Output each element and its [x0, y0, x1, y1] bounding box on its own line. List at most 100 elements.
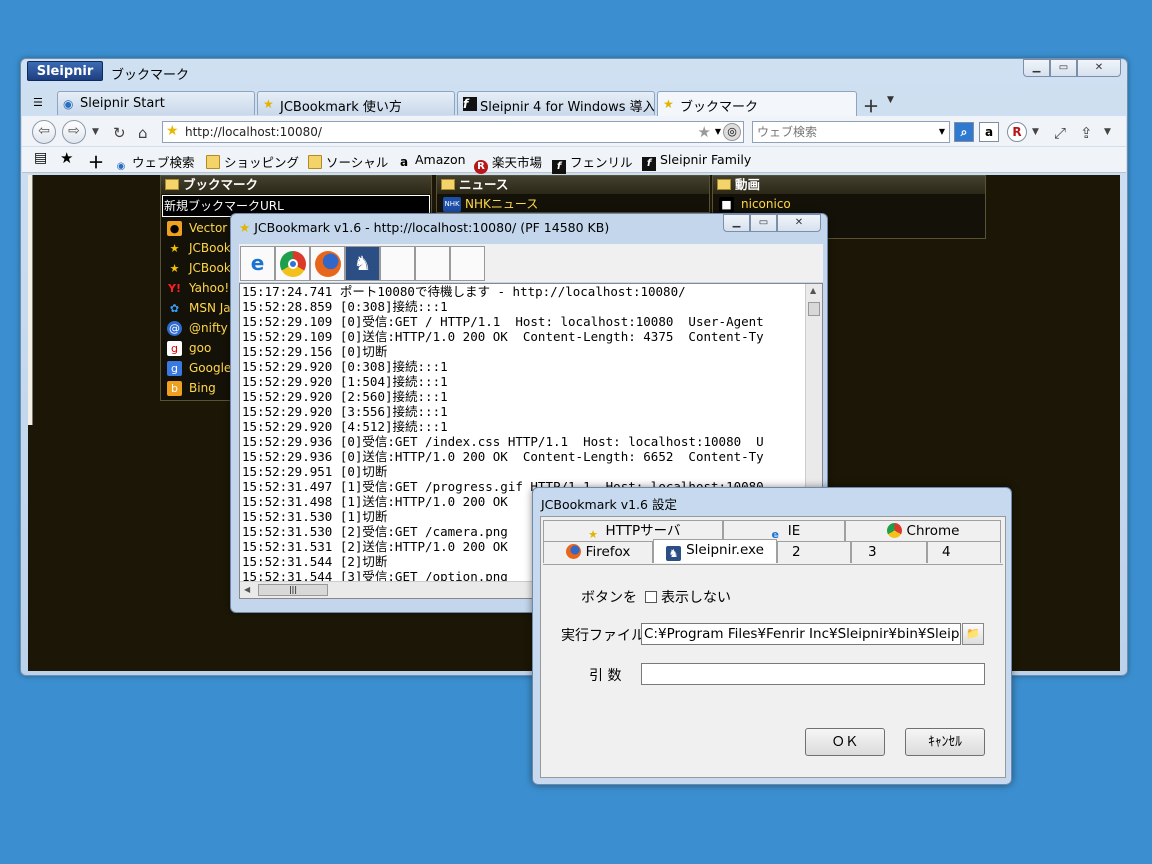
- close-button[interactable]: ✕: [1077, 59, 1121, 77]
- tab-sleipnir-start[interactable]: ◉ Sleipnir Start: [57, 91, 255, 115]
- bookmark-folder-social[interactable]: ソーシャル: [308, 152, 388, 171]
- maximize-button[interactable]: ▭: [750, 214, 777, 232]
- tab-3[interactable]: 3: [851, 541, 927, 563]
- folder-icon: [206, 155, 220, 169]
- fullscreen-icon[interactable]: ⤢: [1054, 124, 1066, 142]
- ok-button[interactable]: ＯＫ: [805, 728, 885, 756]
- add-bookmark-button[interactable]: ＋: [88, 149, 104, 173]
- tab-jcbookmark-usage[interactable]: ★ JCBookmark 使い方: [257, 91, 455, 115]
- panel-header[interactable]: ブックマーク: [161, 176, 431, 194]
- address-dropdown-icon[interactable]: ▼: [715, 127, 721, 136]
- rakuten-icon[interactable]: R: [1007, 122, 1027, 142]
- bookmark-fenrir[interactable]: f フェンリル: [552, 152, 633, 174]
- panel-news: ニュース NHK NHKニュース: [436, 175, 710, 213]
- bookmarks-bar: ▤ ★ ＋ ◉ ウェブ検索 ショッピング ソーシャル a Amazon R 楽天市場 …: [22, 147, 1126, 174]
- niconico-icon: ■: [719, 197, 734, 212]
- reload-icon[interactable]: ↻: [113, 124, 126, 142]
- history-dropdown-icon[interactable]: ▼: [92, 127, 99, 137]
- scroll-thumb[interactable]: |||: [258, 584, 328, 596]
- address-bar[interactable]: ★ http://localhost:10080/ ★ ▼ ◎: [162, 121, 744, 143]
- empty-launch-button-7[interactable]: [450, 246, 485, 281]
- bookmark-link[interactable]: ■ niconico: [713, 194, 985, 214]
- panel-title: ニュース: [459, 177, 509, 192]
- amazon-icon[interactable]: a: [979, 122, 999, 142]
- bookmark-folder-shopping[interactable]: ショッピング: [206, 152, 299, 171]
- log-line: 15:52:29.936 [0]受信:GET /index.css HTTP/1…: [242, 434, 764, 449]
- bookmark-label: Sleipnir Family: [660, 152, 752, 167]
- bookmark-link-label: goo: [189, 341, 212, 355]
- back-button[interactable]: ⇦: [32, 120, 56, 144]
- tab-list-icon[interactable]: ☰: [33, 96, 49, 110]
- title-bar: Sleipnir ブックマーク ▁ ▭ ✕: [21, 59, 1127, 87]
- empty-launch-button-6[interactable]: [415, 246, 450, 281]
- panel-header[interactable]: ニュース: [437, 176, 709, 194]
- search-input[interactable]: [757, 123, 927, 141]
- firefox-icon: [565, 544, 581, 559]
- args-field[interactable]: [641, 663, 985, 685]
- chrome-engine-icon[interactable]: ◎: [723, 123, 741, 141]
- log-line: 15:52:29.920 [0:308]接続:::1: [242, 359, 448, 374]
- share-icon[interactable]: ⇪: [1080, 124, 1093, 142]
- bookmark-web-search[interactable]: ◉ ウェブ検索: [114, 152, 195, 174]
- yahoo-icon: Y!: [168, 282, 181, 295]
- add-bookmark-icon[interactable]: ★: [698, 123, 711, 141]
- close-button[interactable]: ✕: [777, 214, 821, 232]
- exe-path-field[interactable]: C:¥Program Files¥Fenrir Inc¥Sleipnir¥bin…: [641, 623, 961, 645]
- tab-divider: [543, 564, 1003, 565]
- tab-dropdown-icon[interactable]: ▼: [887, 95, 894, 105]
- side-panel-edge[interactable]: [28, 175, 33, 425]
- scroll-left-icon[interactable]: ◀: [244, 585, 250, 594]
- tab-label: ブックマーク: [680, 100, 759, 115]
- bookmark-sleipnir-family[interactable]: f Sleipnir Family: [642, 152, 751, 171]
- tab-2[interactable]: 2: [777, 541, 851, 563]
- search-box[interactable]: ▼: [752, 121, 950, 143]
- bookmark-label: フェンリル: [570, 155, 633, 170]
- tab-sleipnir-4[interactable]: f Sleipnir 4 for Windows 導入...: [457, 91, 655, 115]
- search-icon[interactable]: ⌕: [954, 122, 974, 142]
- chrome-icon[interactable]: [275, 246, 310, 281]
- minimize-button[interactable]: ▁: [723, 214, 750, 232]
- bookmark-rakuten[interactable]: R 楽天市場: [474, 152, 542, 174]
- new-tab-button[interactable]: ＋: [863, 93, 879, 117]
- vector-icon: ●: [167, 221, 182, 236]
- bookmark-label: 楽天市場: [492, 155, 543, 170]
- share-dropdown-icon[interactable]: ▼: [1104, 127, 1111, 137]
- tab-firefox[interactable]: Firefox: [543, 541, 653, 563]
- dialog-panel: ★ HTTPサーバ e IE Chrome Firefox ♞ Sleipnir.ex…: [540, 516, 1006, 778]
- tab-label: HTTPサーバ: [605, 523, 681, 539]
- maximize-button[interactable]: ▭: [1050, 59, 1077, 77]
- ie-icon[interactable]: e: [240, 246, 275, 281]
- button-label: ボタンを: [581, 590, 637, 606]
- tab-bookmark[interactable]: ★ ブックマーク: [657, 91, 857, 116]
- scroll-up-icon[interactable]: ▲: [810, 286, 816, 295]
- minimize-button[interactable]: ▁: [1023, 59, 1050, 77]
- bookmark-link[interactable]: NHK NHKニュース: [437, 194, 709, 214]
- hide-button-checkbox[interactable]: [645, 591, 657, 603]
- panel-header[interactable]: 動画: [713, 176, 985, 194]
- panel-title: 動画: [735, 177, 761, 192]
- empty-launch-button-5[interactable]: [380, 246, 415, 281]
- scroll-thumb[interactable]: [808, 302, 820, 316]
- star-icon: ★: [239, 220, 251, 235]
- folder-browse-icon[interactable]: 📁: [962, 623, 984, 645]
- search-dropdown-icon[interactable]: ▼: [939, 127, 945, 136]
- window-controls: ▁ ▭ ✕: [723, 214, 821, 232]
- tab-sleipnir-exe[interactable]: ♞ Sleipnir.exe: [653, 539, 777, 563]
- forward-button[interactable]: ⇨: [62, 120, 86, 144]
- cancel-button[interactable]: ｷｬﾝｾﾙ: [905, 728, 985, 756]
- firefox-icon[interactable]: [310, 246, 345, 281]
- tab-4[interactable]: 4: [927, 541, 1001, 563]
- navigation-bar: ⇦ ⇨ ▼ ↻ ⌂ ★ http://localhost:10080/ ★ ▼ …: [22, 116, 1126, 146]
- sidebar-toggle-icon[interactable]: ▤: [34, 150, 47, 166]
- bookmark-amazon[interactable]: a Amazon: [397, 152, 466, 169]
- bookmark-star-icon[interactable]: ★: [60, 149, 73, 167]
- home-icon[interactable]: ⌂: [138, 124, 148, 142]
- favicon-star-icon: ★: [166, 123, 179, 139]
- star-icon: ★: [588, 528, 598, 541]
- sleipnir-icon[interactable]: ♞: [345, 246, 380, 281]
- tab-chrome[interactable]: Chrome: [845, 520, 1001, 542]
- folder-icon: [165, 179, 179, 190]
- app-menu-button[interactable]: Sleipnir: [27, 61, 103, 81]
- engine-dropdown-icon[interactable]: ▼: [1032, 127, 1039, 137]
- bookmark-link-label: JCBook: [189, 261, 231, 275]
